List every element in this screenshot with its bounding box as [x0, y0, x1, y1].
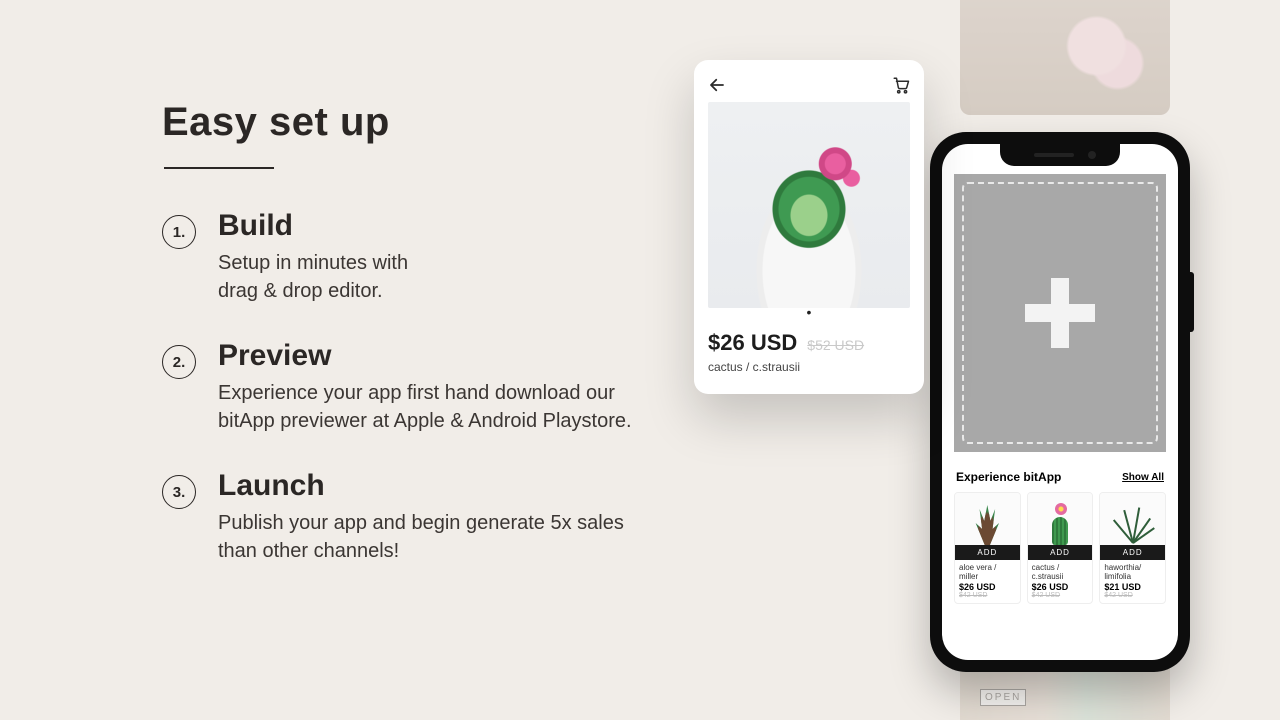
- show-all-link[interactable]: Show All: [1122, 472, 1164, 483]
- product-price: $21 USD: [1100, 582, 1165, 592]
- product-price: $26 USD: [1028, 582, 1093, 592]
- product-photo: •: [708, 102, 910, 308]
- step-2: 2. Preview Experience your app first han…: [162, 339, 632, 435]
- step-1: 1. Build Setup in minutes with drag & dr…: [162, 209, 632, 305]
- product-card[interactable]: ADD cactus / c.strausii $26 USD $42 USD: [1027, 492, 1094, 604]
- product-detail-price: $26 USD: [708, 330, 797, 356]
- step-3-number: 3.: [162, 475, 196, 509]
- product-thumb: [1028, 493, 1093, 545]
- carousel-dots: •: [708, 304, 910, 320]
- back-arrow-icon[interactable]: [708, 76, 726, 94]
- product-name: cactus / c.strausii: [1028, 560, 1093, 582]
- page-title: Easy set up: [162, 100, 632, 145]
- background-photo-top: [960, 0, 1170, 115]
- step-1-title: Build: [218, 209, 408, 243]
- product-name: haworthia/ limifolia: [1100, 560, 1165, 582]
- collection-title: Experience bitApp: [956, 470, 1061, 484]
- step-2-body: Experience your app first hand download …: [218, 379, 632, 435]
- product-price: $26 USD: [955, 582, 1020, 592]
- product-detail-title: cactus / c.strausii: [708, 360, 910, 374]
- product-compare-price: $42 USD: [955, 592, 1020, 603]
- step-2-number: 2.: [162, 345, 196, 379]
- plant-icon: [1045, 505, 1075, 545]
- product-card[interactable]: ADD aloe vera / miller $26 USD $42 USD: [954, 492, 1021, 604]
- phone-notch: [1000, 144, 1120, 166]
- open-sign: OPEN: [980, 689, 1026, 706]
- add-button[interactable]: ADD: [1100, 545, 1165, 560]
- cart-icon[interactable]: [892, 76, 910, 94]
- plant-icon: [1118, 505, 1148, 545]
- plant-icon: [974, 505, 1000, 545]
- product-card[interactable]: ADD haworthia/ limifolia $21 USD $42 USD: [1099, 492, 1166, 604]
- step-2-title: Preview: [218, 339, 632, 373]
- product-name: aloe vera / miller: [955, 560, 1020, 582]
- heading-divider: [164, 167, 274, 169]
- step-1-body: Setup in minutes with drag & drop editor…: [218, 249, 408, 305]
- add-button[interactable]: ADD: [1028, 545, 1093, 560]
- product-compare-price: $42 USD: [1028, 592, 1093, 603]
- product-compare-price: $42 USD: [1100, 592, 1165, 603]
- phone-mockup: Experience bitApp Show All ADD aloe vera…: [930, 132, 1190, 672]
- step-3-title: Launch: [218, 469, 632, 503]
- step-1-number: 1.: [162, 215, 196, 249]
- product-thumb: [955, 493, 1020, 545]
- add-button[interactable]: ADD: [955, 545, 1020, 560]
- product-thumb: [1100, 493, 1165, 545]
- step-3-body: Publish your app and begin generate 5x s…: [218, 509, 632, 565]
- phone-screen: Experience bitApp Show All ADD aloe vera…: [942, 144, 1178, 660]
- product-detail-compare: $52 USD: [807, 337, 864, 353]
- product-detail-card: • $26 USD $52 USD cactus / c.strausii: [694, 60, 924, 394]
- dropzone-placeholder[interactable]: [954, 174, 1166, 452]
- step-3: 3. Launch Publish your app and begin gen…: [162, 469, 632, 565]
